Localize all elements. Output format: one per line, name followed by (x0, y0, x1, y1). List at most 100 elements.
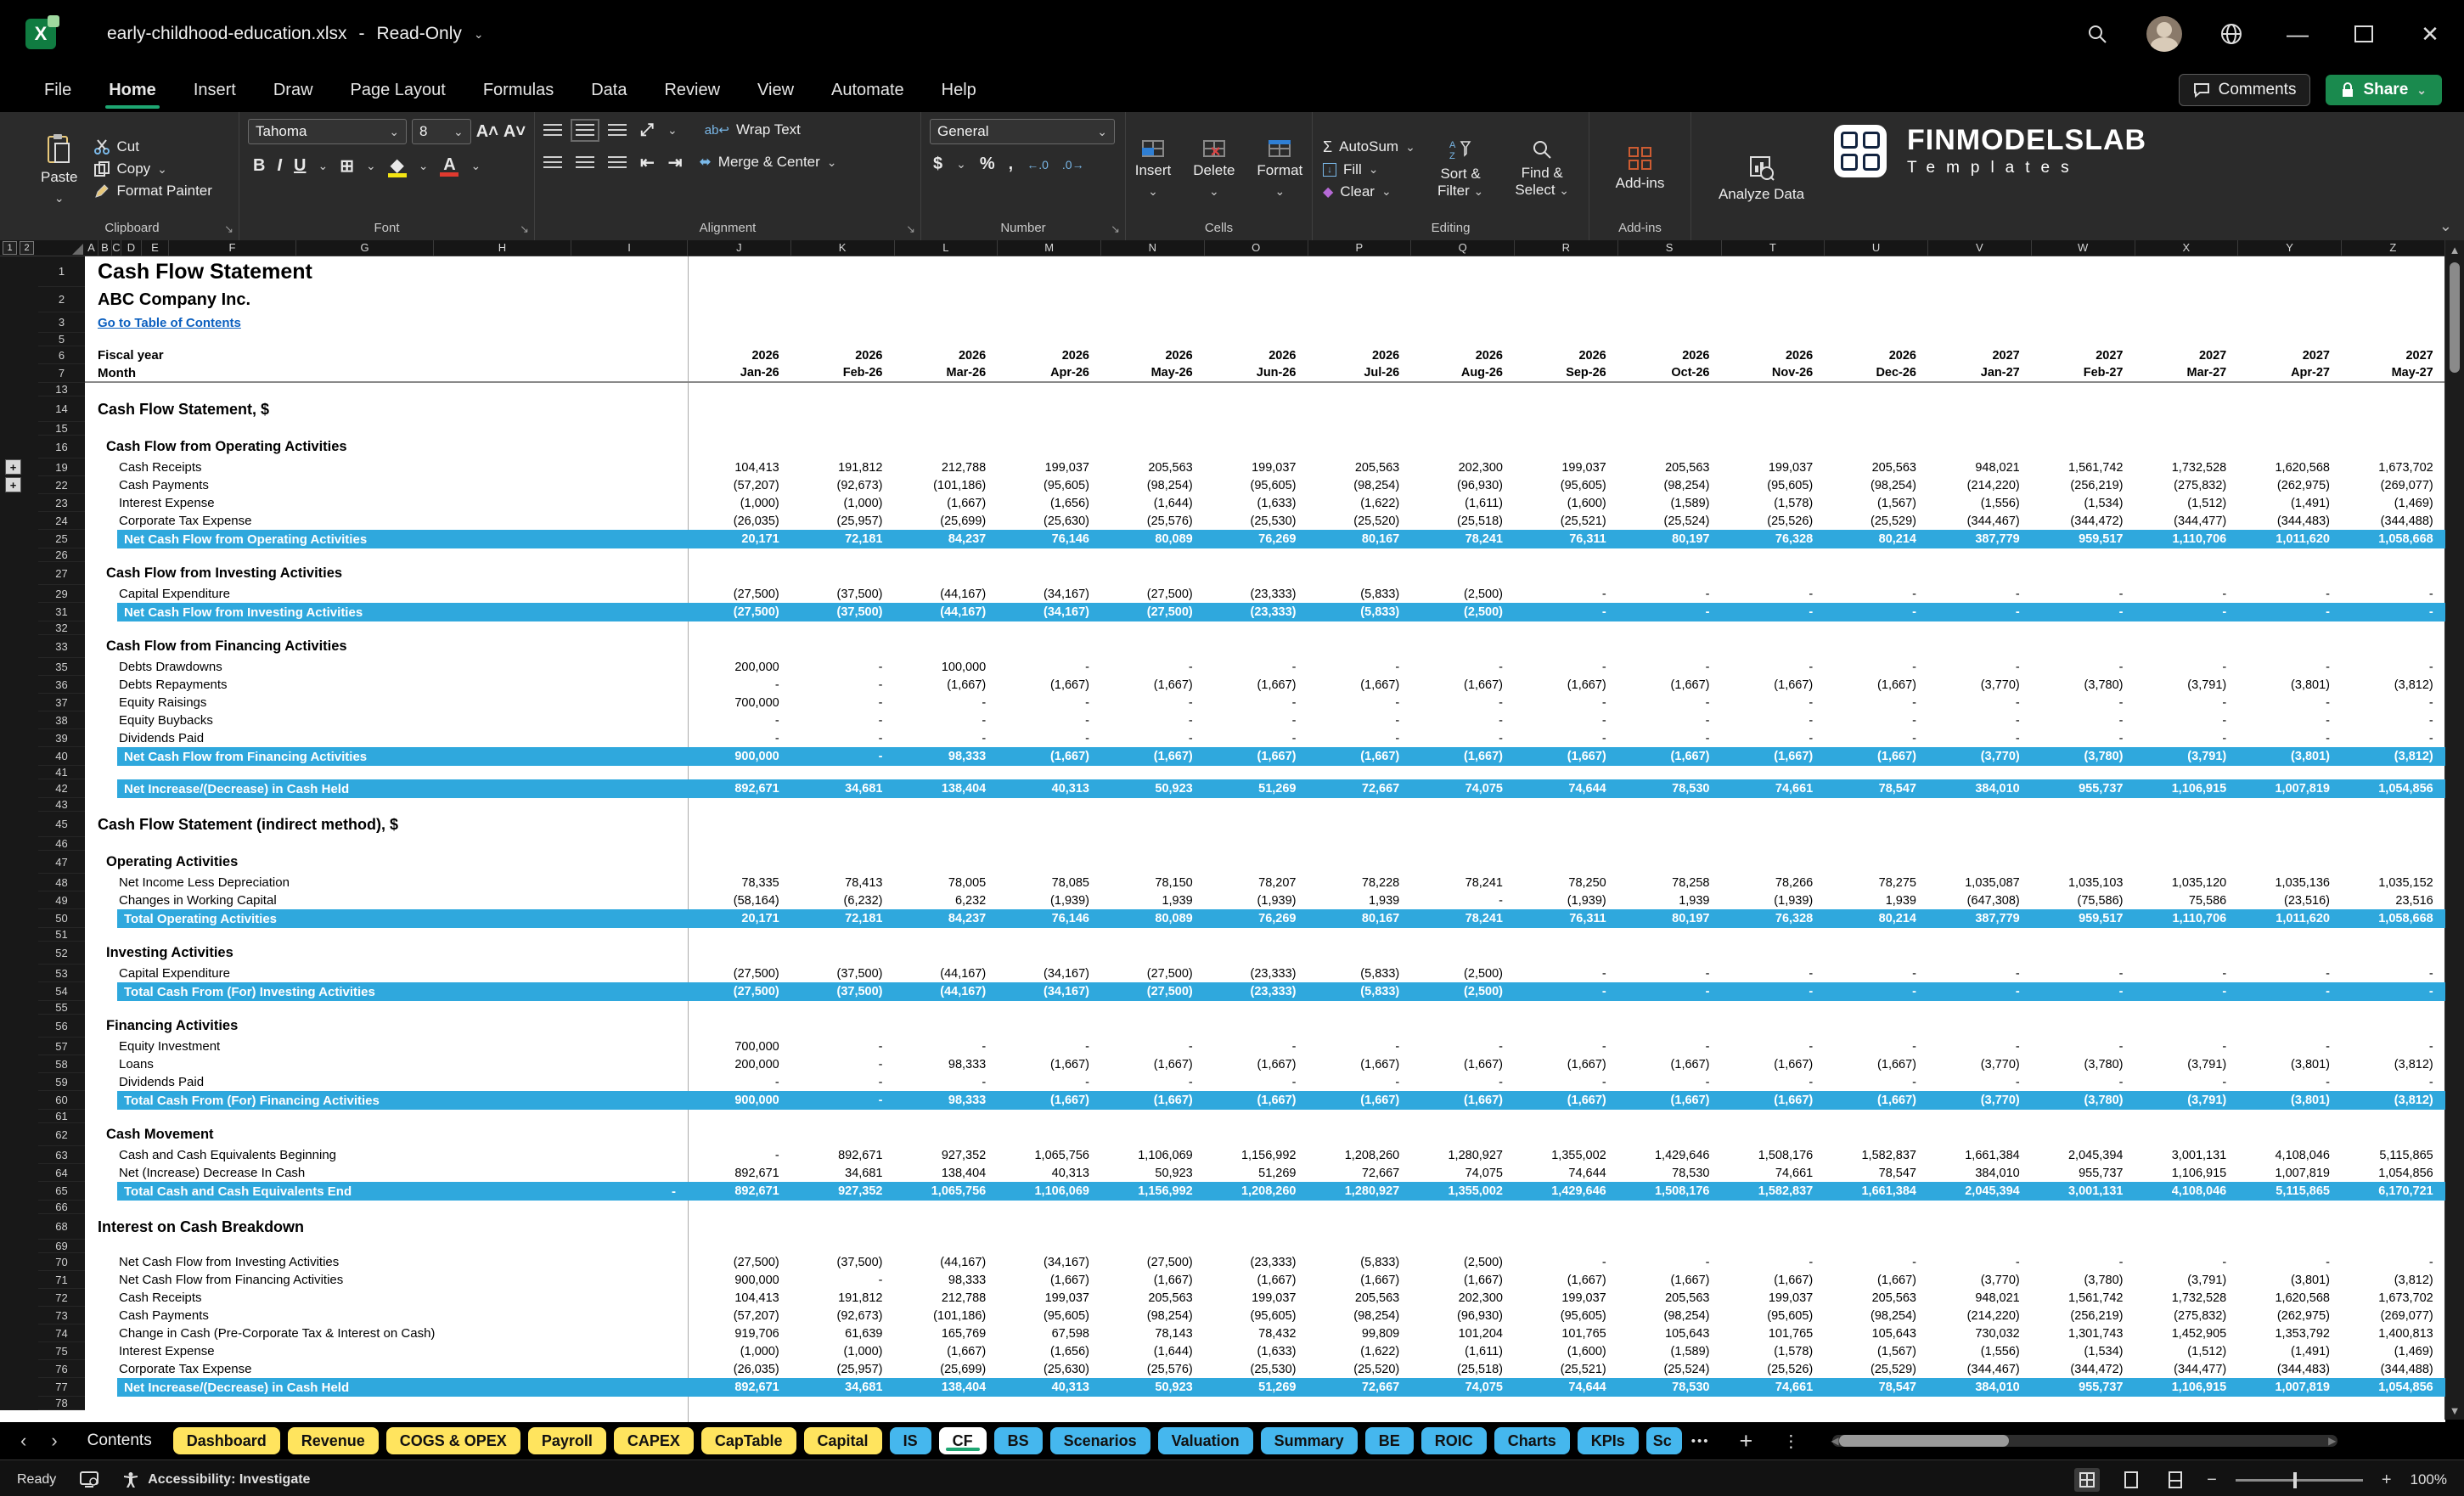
cell-S38[interactable]: - (1618, 711, 1722, 729)
format-painter-button[interactable]: Format Painter (93, 180, 213, 202)
row-label[interactable]: Investing Activities (85, 942, 688, 965)
cell-M57[interactable]: - (998, 1038, 1101, 1055)
cell-Q36[interactable]: (1,667) (1411, 676, 1515, 694)
autosum-button[interactable]: ΣAutoSum⌄ (1321, 136, 1417, 159)
row-label[interactable]: Equity Raisings (85, 694, 688, 711)
row-header-46[interactable]: 46 (38, 837, 85, 851)
cell-N37[interactable]: - (1101, 694, 1205, 711)
cell-Q65[interactable]: 1,355,002 (1411, 1184, 1515, 1198)
cell-K22[interactable]: (92,673) (791, 476, 895, 494)
zoom-level[interactable]: 100% (2411, 1471, 2447, 1488)
cell-K70[interactable]: (37,500) (791, 1253, 895, 1271)
cell-X54[interactable]: - (2135, 985, 2239, 998)
cell-U48[interactable]: 78,275 (1825, 874, 1928, 891)
row-header-76[interactable]: 76 (38, 1360, 85, 1378)
cell-Q53[interactable]: (2,500) (1411, 965, 1515, 982)
chevron-down-icon[interactable]: ⌄ (419, 159, 429, 173)
cell-W38[interactable]: - (2032, 711, 2135, 729)
cell-M77[interactable]: 40,313 (998, 1381, 1101, 1394)
cell-P39[interactable]: - (1308, 729, 1412, 747)
cell-X71[interactable]: (3,791) (2135, 1271, 2239, 1289)
cell-U6[interactable]: 2026 (1825, 346, 1928, 364)
row-header-42[interactable]: 42 (38, 779, 85, 798)
cell-O36[interactable]: (1,667) (1205, 676, 1308, 694)
column-header-O[interactable]: O (1205, 240, 1308, 256)
cell-K59[interactable]: - (791, 1073, 895, 1091)
cell-N54[interactable]: (27,500) (1101, 985, 1205, 998)
cell-U22[interactable]: (98,254) (1825, 476, 1928, 494)
sheet-tab-kpis[interactable]: KPIs (1578, 1427, 1639, 1454)
cell-L31[interactable]: (44,167) (895, 605, 999, 619)
cell-N63[interactable]: 1,106,069 (1101, 1146, 1205, 1164)
cell-X38[interactable]: - (2135, 711, 2239, 729)
cell-S40[interactable]: (1,667) (1618, 750, 1722, 763)
cell-T53[interactable]: - (1722, 965, 1825, 982)
cell-P48[interactable]: 78,228 (1308, 874, 1412, 891)
align-middle-icon[interactable] (576, 124, 594, 137)
cell-J48[interactable]: 78,335 (688, 874, 791, 891)
cell-N49[interactable]: 1,939 (1101, 891, 1205, 909)
cell-N50[interactable]: 80,089 (1101, 912, 1205, 925)
cell-T23[interactable]: (1,578) (1722, 494, 1825, 512)
cell-L35[interactable]: 100,000 (895, 658, 999, 676)
cell-X58[interactable]: (3,791) (2135, 1055, 2239, 1073)
cell-M58[interactable]: (1,667) (998, 1055, 1101, 1073)
row-header-29[interactable]: 29 (38, 585, 85, 603)
row-label[interactable] (85, 1240, 688, 1253)
row-header-75[interactable]: 75 (38, 1342, 85, 1360)
cell-L49[interactable]: 6,232 (895, 891, 999, 909)
column-header-A[interactable]: A (85, 240, 98, 256)
cell-X39[interactable]: - (2135, 729, 2239, 747)
row-header-25[interactable]: 25 (38, 530, 85, 548)
cell-K77[interactable]: 34,681 (791, 1381, 895, 1394)
cell-O64[interactable]: 51,269 (1205, 1164, 1308, 1182)
cell-N39[interactable]: - (1101, 729, 1205, 747)
cell-O49[interactable]: (1,939) (1205, 891, 1308, 909)
cell-R59[interactable]: - (1515, 1073, 1618, 1091)
cell-S59[interactable]: - (1618, 1073, 1722, 1091)
cell-R42[interactable]: 74,644 (1515, 782, 1618, 796)
excel-app-icon[interactable]: X (25, 19, 56, 49)
cell-S58[interactable]: (1,667) (1618, 1055, 1722, 1073)
cell-L24[interactable]: (25,699) (895, 512, 999, 530)
cell-Y64[interactable]: 1,007,819 (2238, 1164, 2342, 1182)
cell-U60[interactable]: (1,667) (1825, 1094, 1928, 1107)
cell-Q25[interactable]: 78,241 (1411, 532, 1515, 546)
cell-T25[interactable]: 76,328 (1722, 532, 1825, 546)
cell-P57[interactable]: - (1308, 1038, 1412, 1055)
row-label[interactable]: Change in Cash (Pre-Corporate Tax & Inte… (85, 1324, 688, 1342)
cell-S42[interactable]: 78,530 (1618, 782, 1722, 796)
sheet-tab-scenarios[interactable]: Scenarios (1050, 1427, 1150, 1454)
total-row-label[interactable]: Net Cash Flow from Operating Activities (117, 532, 688, 547)
cell-J65[interactable]: 892,671 (688, 1184, 791, 1198)
cell-N65[interactable]: 1,156,992 (1101, 1184, 1205, 1198)
page-layout-view-button[interactable] (2118, 1468, 2144, 1492)
maximize-icon[interactable] (2347, 17, 2381, 51)
cell-P31[interactable]: (5,833) (1308, 605, 1412, 619)
column-header-T[interactable]: T (1722, 240, 1825, 256)
cell-S48[interactable]: 78,258 (1618, 874, 1722, 891)
cell-X37[interactable]: - (2135, 694, 2239, 711)
cell-Q74[interactable]: 101,204 (1411, 1324, 1515, 1342)
zoom-out-button[interactable]: − (2207, 1471, 2217, 1490)
total-row-label[interactable]: Net Increase/(Decrease) in Cash Held (117, 782, 688, 796)
total-row-label[interactable]: Net Cash Flow from Investing Activities (117, 605, 688, 620)
cell-K40[interactable]: - (791, 750, 895, 763)
cell-M59[interactable]: - (998, 1073, 1101, 1091)
cell-Q50[interactable]: 78,241 (1411, 912, 1515, 925)
sheet-tab-sc[interactable]: Sc (1646, 1427, 1682, 1454)
cell-U64[interactable]: 78,547 (1825, 1164, 1928, 1182)
cell-J64[interactable]: 892,671 (688, 1164, 791, 1182)
cell-P53[interactable]: (5,833) (1308, 965, 1412, 982)
number-format-select[interactable]: General⌄ (930, 119, 1115, 144)
row-label[interactable]: Changes in Working Capital (85, 891, 688, 909)
collapse-ribbon-icon[interactable]: ⌄ (2439, 217, 2452, 235)
row-header-59[interactable]: 59 (38, 1073, 85, 1091)
cell-M36[interactable]: (1,667) (998, 676, 1101, 694)
row-header-63[interactable]: 63 (38, 1146, 85, 1164)
total-row-label[interactable]: Net Increase/(Decrease) in Cash Held (117, 1381, 688, 1395)
cell-O50[interactable]: 76,269 (1205, 912, 1308, 925)
cell-P49[interactable]: 1,939 (1308, 891, 1412, 909)
cell-T39[interactable]: - (1722, 729, 1825, 747)
total-row-label[interactable]: Total Cash From (For) Financing Activiti… (117, 1094, 688, 1108)
